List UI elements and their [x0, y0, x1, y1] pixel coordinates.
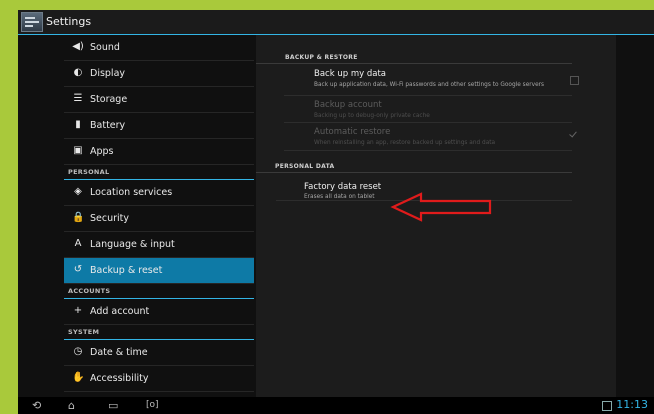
lock-icon: 🔒 [72, 212, 85, 223]
sidebar-item-label: Add account [90, 306, 150, 317]
sidebar-item-storage[interactable]: ☰ Storage [64, 87, 254, 113]
red-arrow-annotation-icon [390, 192, 492, 222]
sidebar-item-security[interactable]: 🔒 Security [64, 206, 254, 232]
pref-summary: Back up application data, Wi-Fi password… [314, 82, 545, 88]
back-icon[interactable]: ⟲ [32, 399, 41, 412]
clock: 11:13 [616, 398, 648, 411]
personal-category: PERSONAL [64, 165, 254, 180]
sidebar-item-add-account[interactable]: + Add account [64, 299, 254, 325]
action-bar: Settings [18, 10, 654, 35]
sidebar-item-label: Battery [90, 120, 126, 131]
pref-title: Factory data reset [304, 182, 382, 192]
backup-my-data-pref[interactable]: Back up my data Back up application data… [284, 65, 579, 96]
speaker-icon: ◀) [72, 41, 84, 52]
category-label: PERSONAL [68, 168, 110, 176]
sidebar-item-battery[interactable]: ▮ Battery [64, 113, 254, 139]
category-label: ACCOUNTS [68, 287, 111, 295]
app-title: Settings [46, 15, 92, 28]
sidebar-item-backup-reset[interactable]: ↺ Backup & reset [64, 258, 254, 284]
sidebar-item-display[interactable]: ◐ Display [64, 61, 254, 87]
notification-icon[interactable] [602, 401, 612, 411]
backup-restore-category: BACKUP & RESTORE [256, 51, 572, 64]
sidebar-item-accessibility[interactable]: ✋ Accessibility [64, 366, 254, 392]
system-navigation-bar: ⟲ ⌂ ▭ [o] 11:13 [18, 397, 654, 414]
sidebar-item-language-input[interactable]: A Language & input [64, 232, 254, 258]
sidebar-item-location-services[interactable]: ◈ Location services [64, 180, 254, 206]
battery-icon: ▮ [75, 119, 81, 130]
keyboard-icon: A [74, 238, 82, 249]
plus-icon: + [73, 305, 83, 316]
sidebar-item-label: Language & input [90, 239, 175, 250]
backup-account-pref: Backup account Backing up to debug-only … [284, 96, 572, 123]
automatic-restore-pref: Automatic restore When reinstalling an a… [284, 123, 572, 151]
apps-icon: ▣ [73, 145, 83, 156]
system-category: SYSTEM [64, 325, 254, 340]
brightness-icon: ◐ [73, 67, 83, 78]
recent-apps-icon[interactable]: ▭ [108, 399, 118, 412]
settings-app-icon[interactable] [21, 12, 43, 32]
backup-my-data-checkbox[interactable] [570, 76, 579, 85]
pref-title: Back up my data [314, 69, 386, 79]
sidebar-item-label: Storage [90, 94, 128, 105]
arrow-shape [390, 192, 492, 222]
accounts-category: ACCOUNTS [64, 284, 254, 299]
sidebar-item-label: Location services [90, 187, 173, 198]
sidebar-item-label: Sound [90, 42, 120, 53]
category-label: SYSTEM [68, 328, 100, 336]
settings-headers-list: ◀) Sound ◐ Display ☰ Storage ▮ Battery ▣ Apps PERS… [64, 35, 254, 397]
pref-summary: Backing up to debug-only private cache [314, 113, 430, 119]
sidebar-item-sound[interactable]: ◀) Sound [64, 35, 254, 61]
personal-data-category: PERSONAL DATA [256, 160, 572, 173]
automatic-restore-checkbox [570, 132, 577, 139]
sidebar-item-label: Display [90, 68, 126, 79]
sidebar-item-apps[interactable]: ▣ Apps [64, 139, 254, 165]
sidebar-item-label: Apps [90, 146, 114, 157]
sidebar-item-date-time[interactable]: ◷ Date & time [64, 340, 254, 366]
pref-summary: When reinstalling an app, restore backed… [314, 140, 496, 146]
location-icon: ◈ [74, 186, 82, 197]
tablet-screen: Settings ◀) Sound ◐ Display ☰ Storage ▮ Battery… [18, 10, 654, 414]
pref-title: Automatic restore [314, 127, 391, 137]
sidebar-item-label: Security [90, 213, 130, 224]
sidebar-item-label: Date & time [90, 347, 148, 358]
screenshot-icon[interactable]: [o] [146, 399, 159, 412]
home-icon[interactable]: ⌂ [68, 399, 75, 412]
sidebar-item-label: Backup & reset [90, 265, 163, 276]
backup-icon: ↺ [73, 264, 83, 275]
storage-icon: ☰ [73, 93, 83, 104]
clock-icon: ◷ [73, 346, 83, 357]
accessibility-icon: ✋ [72, 372, 85, 383]
pref-title: Backup account [314, 100, 382, 110]
sidebar-item-label: Accessibility [90, 373, 149, 384]
